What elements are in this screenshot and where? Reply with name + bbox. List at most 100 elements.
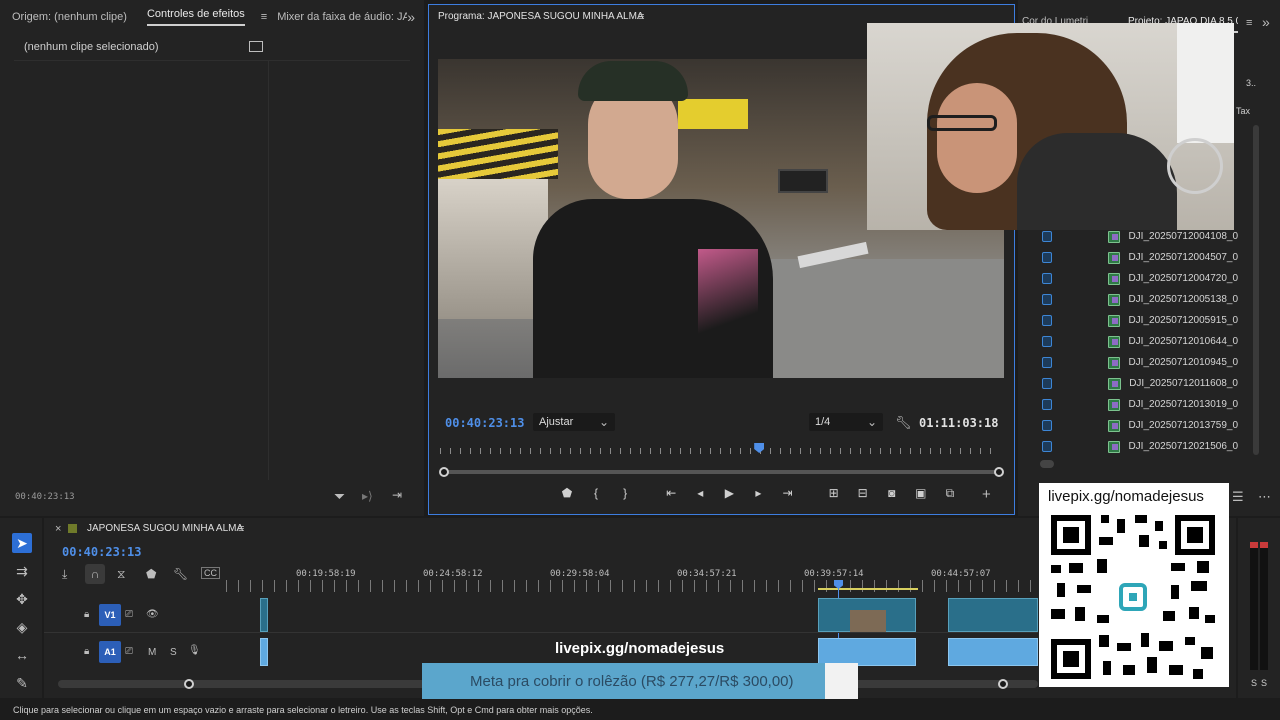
go-to-out-icon[interactable]: ⇥ — [775, 486, 801, 500]
freeform-view-icon[interactable]: ⋯ — [1258, 489, 1271, 505]
captions-icon[interactable]: CC — [201, 567, 220, 579]
mark-in-icon[interactable]: { — [583, 486, 609, 500]
project-h-scroll[interactable] — [1040, 460, 1054, 468]
sequence-menu-icon[interactable]: ≡ — [238, 523, 244, 535]
timeline-zoom-right[interactable] — [998, 679, 1008, 689]
add-marker-icon[interactable]: ⬟ — [554, 486, 580, 500]
bin-item-checkbox[interactable] — [1042, 252, 1052, 263]
meter-solo-left[interactable]: S — [1251, 678, 1257, 688]
video-clip[interactable] — [260, 598, 268, 632]
bin-item-checkbox[interactable] — [1042, 441, 1052, 452]
program-current-timecode[interactable]: 00:40:23:13 — [445, 416, 524, 430]
add-button-icon[interactable]: + — [982, 486, 991, 503]
zoom-handle-right[interactable] — [994, 467, 1004, 477]
go-to-in-icon[interactable]: ⇤ — [658, 486, 684, 500]
tab-source[interactable]: Origem: (nenhum clipe) — [2, 11, 137, 23]
list-item[interactable]: DJI_20250712010945_0 — [1038, 352, 1238, 373]
list-item[interactable]: DJI_20250712004720_0 — [1038, 268, 1238, 289]
track-select-tool[interactable]: ⇉ — [12, 561, 32, 581]
step-back-icon[interactable]: ◂ — [687, 486, 713, 500]
list-item[interactable]: DJI_20250712013759_0 — [1038, 415, 1238, 436]
tab-audio-track-mixer[interactable]: Mixer da faixa de áudio: JAPON — [267, 11, 407, 23]
lock-icon[interactable]: 🔒︎ — [84, 609, 89, 620]
list-item[interactable]: DJI_20250712004507_0 — [1038, 247, 1238, 268]
webcam-fan — [1167, 138, 1223, 194]
track-v1-tag[interactable]: V1 — [99, 604, 121, 626]
mute-button[interactable]: M — [148, 647, 156, 658]
list-item[interactable]: DJI_20250712005915_0 — [1038, 310, 1238, 331]
list-item[interactable]: DJI_20250712021506_0 — [1038, 436, 1238, 457]
video-clip[interactable] — [948, 598, 1038, 632]
close-sequence-icon[interactable]: × — [55, 523, 61, 535]
play-audio-icon[interactable]: ▸⟩ — [362, 489, 373, 503]
bin-item-checkbox[interactable] — [1042, 420, 1052, 431]
slip-tool[interactable]: ↔ — [12, 645, 32, 665]
project-scrollbar[interactable] — [1253, 125, 1259, 455]
bin-item-checkbox[interactable] — [1042, 315, 1052, 326]
eye-icon[interactable]: 👁︎ — [146, 609, 159, 620]
extract-icon[interactable]: ⊟ — [850, 486, 876, 500]
program-menu-icon[interactable]: ≡ — [638, 11, 644, 23]
audio-clip[interactable] — [948, 638, 1038, 666]
list-item[interactable]: DJI_20250712010644_0 — [1038, 331, 1238, 352]
webcam-person-face — [937, 83, 1017, 193]
bin-item-checkbox[interactable] — [1042, 357, 1052, 368]
export-icon[interactable]: ⇥ — [392, 488, 402, 502]
ripple-edit-tool[interactable]: ✥ — [12, 589, 32, 609]
bin-item-checkbox[interactable] — [1042, 378, 1053, 389]
audio-clip[interactable] — [260, 638, 268, 666]
track-a1-tag[interactable]: A1 — [99, 641, 121, 663]
resolution-dropdown[interactable]: 1/4 ⌄ — [809, 413, 883, 431]
linked-selection-icon[interactable]: ⧖ — [117, 567, 125, 582]
microphone-icon[interactable]: 🎙︎ — [188, 645, 201, 656]
step-forward-icon[interactable]: ▸ — [745, 486, 771, 500]
lock-icon[interactable]: 🔒︎ — [84, 646, 89, 657]
add-marker-timeline-icon[interactable]: ⬟ — [146, 567, 156, 581]
program-mini-ruler[interactable] — [440, 445, 1000, 457]
timeline-ruler[interactable] — [226, 580, 1038, 592]
sequence-name[interactable]: JAPONESA SUGOU MINHA ALMA — [87, 523, 243, 534]
zoom-handle-left[interactable] — [439, 467, 449, 477]
panel-toggle-icon[interactable] — [249, 41, 263, 52]
meter-solo-right[interactable]: S — [1261, 678, 1267, 688]
tab-effect-controls[interactable]: Controles de efeitos — [137, 8, 255, 26]
trim-icon[interactable]: ⧉ — [937, 486, 963, 501]
lift-icon[interactable]: ⊞ — [821, 486, 847, 500]
project-menu-icon[interactable]: ≡ — [1246, 17, 1252, 29]
bin-item-checkbox[interactable] — [1042, 231, 1052, 242]
camera-icon[interactable]: ◙ — [879, 486, 905, 500]
fit-dropdown[interactable]: Ajustar ⌄ — [533, 413, 615, 431]
tabs-overflow-icon[interactable]: » — [407, 9, 415, 25]
list-item[interactable]: DJI_20250712013019_0 — [1038, 394, 1238, 415]
nest-icon[interactable]: ⤓ — [62, 567, 67, 582]
list-item[interactable]: DJI_20250712005138_0 — [1038, 289, 1238, 310]
bin-item-checkbox[interactable] — [1042, 273, 1052, 284]
toggle-sync-icon[interactable]: ⎚ — [125, 646, 133, 657]
solo-button[interactable]: S — [170, 647, 177, 658]
ruler-label: 00:39:57:14 — [804, 569, 864, 579]
list-item[interactable]: DJI_20250712011608_0 — [1038, 373, 1238, 394]
timeline-zoom-left[interactable] — [184, 679, 194, 689]
bin-item-checkbox[interactable] — [1042, 336, 1052, 347]
right-overflow-icon[interactable]: » — [1262, 14, 1270, 30]
ruler-label: 00:19:58:19 — [296, 569, 356, 579]
list-view-icon[interactable]: ☰ — [1232, 489, 1244, 505]
audio-clip[interactable] — [818, 638, 916, 666]
compare-icon[interactable]: ▣ — [908, 486, 934, 500]
timeline-settings-icon[interactable]: 🔧︎ — [173, 567, 188, 581]
bin-item-checkbox[interactable] — [1042, 399, 1052, 410]
bin-item-checkbox[interactable] — [1042, 294, 1052, 305]
mark-out-icon[interactable]: } — [612, 486, 638, 500]
timeline-timecode[interactable]: 00:40:23:13 — [62, 545, 141, 559]
razor-tool[interactable]: ◈ — [12, 617, 32, 637]
play-icon[interactable]: ▶ — [716, 486, 742, 500]
program-zoom-bar[interactable] — [442, 470, 1000, 474]
pen-tool[interactable]: ✎ — [12, 673, 32, 693]
snap-icon[interactable]: ∩ — [85, 564, 105, 584]
filter-icon[interactable]: ⏷ — [334, 488, 345, 505]
status-bar: Clique para selecionar ou clique em um e… — [0, 700, 1280, 720]
work-area-bar[interactable] — [818, 588, 918, 590]
wrench-icon[interactable]: 🔧︎ — [895, 415, 912, 431]
selection-tool[interactable]: ➤ — [12, 533, 32, 553]
toggle-sync-icon[interactable]: ⎚ — [125, 609, 133, 620]
